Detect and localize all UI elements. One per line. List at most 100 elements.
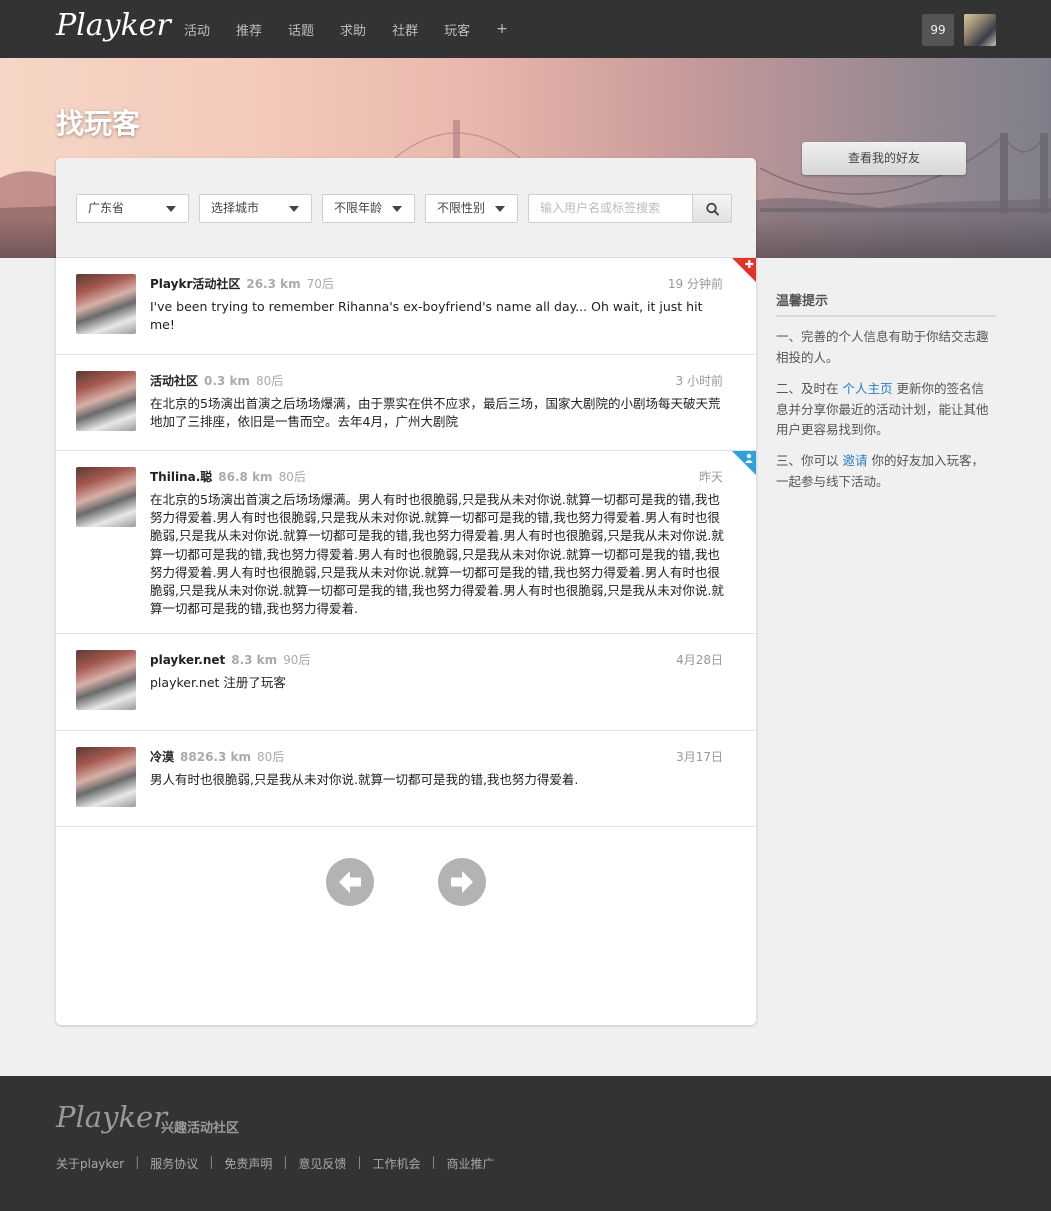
feed-item-header: playker.net 8.3 km 90后: [150, 651, 310, 668]
user-age-group: 80后: [255, 374, 284, 388]
chevron-down-icon: [289, 206, 299, 212]
page-footer: Playker 兴趣活动社区 关于playker | 服务协议 | 免责声明 |…: [0, 1076, 1051, 1211]
search-input-placeholder: 输入用户名或标签搜索: [540, 201, 661, 215]
user-distance: 86.8 km: [218, 470, 273, 484]
filter-bar: 广东省 选择城市 不限年龄 不限性别 输入用户名或标签搜索: [56, 158, 756, 258]
plus-icon: ✚: [744, 258, 754, 271]
footer-link-disclaimer[interactable]: 免责声明: [224, 1155, 272, 1172]
search-input[interactable]: 输入用户名或标签搜索: [528, 194, 692, 223]
tips-title: 温馨提示: [776, 294, 829, 309]
province-select-value: 广东省: [88, 201, 125, 215]
user-name[interactable]: 活动社区: [150, 374, 198, 388]
user-name[interactable]: Playkr活动社区: [150, 277, 240, 291]
feed-item[interactable]: 冷漠 8826.3 km 80后 3月17日 男人有时也很脆弱,只是我从未对你说.就…: [56, 731, 756, 827]
arrow-right-icon: [451, 871, 473, 893]
user-avatar[interactable]: [76, 747, 136, 807]
main-panel: 广东省 选择城市 不限年龄 不限性别 输入用户名或标签搜索 Playkr活动社区…: [56, 158, 756, 1025]
page-title: 找玩客: [56, 107, 141, 140]
tip-2-text-before: 二、及时在: [776, 381, 843, 396]
chevron-down-icon: [392, 206, 402, 212]
post-time: 昨天: [698, 470, 723, 484]
user-distance: 26.3 km: [246, 277, 301, 291]
age-select-value: 不限年龄: [334, 201, 383, 215]
city-select-value: 选择城市: [211, 201, 260, 215]
tip-2: 二、及时在 个人主页 更新你的签名信息并分享你最近的活动计划，能让其他用户更容易…: [776, 379, 996, 441]
top-navigation-bar: Playker 活动 推荐 话题 求助 社群 玩客 + 99: [0, 0, 1051, 58]
user-avatar[interactable]: [76, 371, 136, 431]
footer-links: 关于playker | 服务协议 | 免责声明 | 意见反馈 | 工作机会 | …: [56, 1155, 495, 1172]
nav-item-recommend[interactable]: 推荐: [236, 20, 262, 39]
tip-3: 三、你可以 邀请 你的好友加入玩客，一起参与线下活动。: [776, 451, 996, 492]
post-text: playker.net 注册了玩客: [150, 675, 286, 690]
nav-item-help[interactable]: 求助: [340, 20, 366, 39]
user-avatar[interactable]: [76, 274, 136, 334]
invite-link[interactable]: 邀请: [842, 453, 867, 468]
user-name[interactable]: Thilina.聪: [150, 470, 212, 484]
post-text: 男人有时也很脆弱,只是我从未对你说.就算一切都可是我的错,我也努力得爱着.: [150, 772, 579, 787]
footer-separator: |: [357, 1155, 362, 1169]
post-text: 在北京的5场演出首演之后场场爆满，由于票实在供不应求，最后三场，国家大剧院的小剧…: [150, 396, 721, 430]
nav-item-activities[interactable]: 活动: [184, 20, 210, 39]
chevron-down-icon: [495, 206, 505, 212]
tip-1: 一、完善的个人信息有助于你结交志趣相投的人。: [776, 329, 989, 365]
footer-link-terms[interactable]: 服务协议: [150, 1155, 198, 1172]
profile-link[interactable]: 个人主页: [842, 381, 892, 396]
user-feed-list: Playkr活动社区 26.3 km 70后 19 分钟前 I've been tr…: [56, 258, 756, 827]
footer-separator: |: [283, 1155, 288, 1169]
footer-separator: |: [431, 1155, 436, 1169]
feed-item[interactable]: 活动社区 0.3 km 80后 3 小时前 在北京的5场演出首演之后场场爆满，由于票…: [56, 355, 756, 451]
user-age-group: 90后: [283, 653, 311, 667]
feed-item-header: Playkr活动社区 26.3 km 70后: [150, 275, 334, 292]
province-select[interactable]: 广东省: [76, 194, 189, 223]
chevron-down-icon: [166, 206, 176, 212]
post-time: 3月17日: [676, 750, 723, 764]
user-age-group: 70后: [306, 277, 334, 291]
user-name[interactable]: playker.net: [150, 653, 225, 667]
age-select[interactable]: 不限年龄: [322, 194, 415, 223]
gender-select-value: 不限性别: [437, 201, 486, 215]
search-button[interactable]: [692, 194, 732, 223]
footer-link-jobs[interactable]: 工作机会: [372, 1155, 420, 1172]
prev-page-button[interactable]: [326, 858, 374, 906]
nav-item-players[interactable]: 玩客: [444, 20, 470, 39]
footer-link-business[interactable]: 商业推广: [447, 1155, 495, 1172]
nav-item-groups[interactable]: 社群: [392, 20, 418, 39]
post-text: I've been trying to remember Rihanna's e…: [150, 299, 703, 333]
post-time: 19 分钟前: [667, 277, 723, 291]
footer-link-about[interactable]: 关于playker: [56, 1155, 124, 1172]
post-time: 3 小时前: [675, 374, 723, 388]
user-distance: 8826.3 km: [180, 750, 251, 764]
site-logo[interactable]: Playker: [56, 8, 171, 43]
user-distance: 0.3 km: [204, 374, 250, 388]
feed-item[interactable]: Playkr活动社区 26.3 km 70后 19 分钟前 I've been tr…: [56, 258, 756, 355]
feed-item-header: 活动社区 0.3 km 80后: [150, 372, 283, 389]
footer-logo[interactable]: Playker: [56, 1100, 167, 1134]
arrow-left-icon: [339, 871, 361, 893]
main-nav: 活动 推荐 话题 求助 社群 玩客 +: [184, 0, 508, 58]
post-time: 4月28日: [676, 653, 723, 667]
feed-item-header: 冷漠 8826.3 km 80后: [150, 748, 284, 765]
user-avatar[interactable]: [964, 14, 996, 46]
tips-divider: [776, 315, 996, 317]
city-select[interactable]: 选择城市: [199, 194, 312, 223]
notification-count-badge[interactable]: 99: [922, 14, 954, 46]
footer-link-feedback[interactable]: 意见反馈: [298, 1155, 346, 1172]
search-icon: [706, 202, 719, 216]
nav-item-topics[interactable]: 话题: [288, 20, 314, 39]
feed-item-header: Thilina.聪 86.8 km 80后: [150, 468, 306, 485]
next-page-button[interactable]: [438, 858, 486, 906]
feed-item[interactable]: Thilina.聪 86.8 km 80后 昨天 在北京的5场演出首演之后场场爆满。…: [56, 451, 756, 634]
feed-item[interactable]: playker.net 8.3 km 90后 4月28日 playker.net 注…: [56, 634, 756, 731]
user-avatar[interactable]: [76, 467, 136, 527]
nav-add-button[interactable]: +: [496, 21, 508, 37]
tip-3-text-before: 三、你可以: [776, 453, 843, 468]
footer-slogan: 兴趣活动社区: [161, 1121, 240, 1136]
user-age-group: 80后: [256, 750, 285, 764]
footer-separator: |: [135, 1155, 140, 1169]
view-friends-button[interactable]: 查看我的好友: [802, 142, 966, 175]
footer-separator: |: [209, 1155, 214, 1169]
user-avatar[interactable]: [76, 650, 136, 710]
gender-select[interactable]: 不限性别: [425, 194, 518, 223]
user-name[interactable]: 冷漠: [150, 750, 174, 764]
user-distance: 8.3 km: [231, 653, 278, 667]
